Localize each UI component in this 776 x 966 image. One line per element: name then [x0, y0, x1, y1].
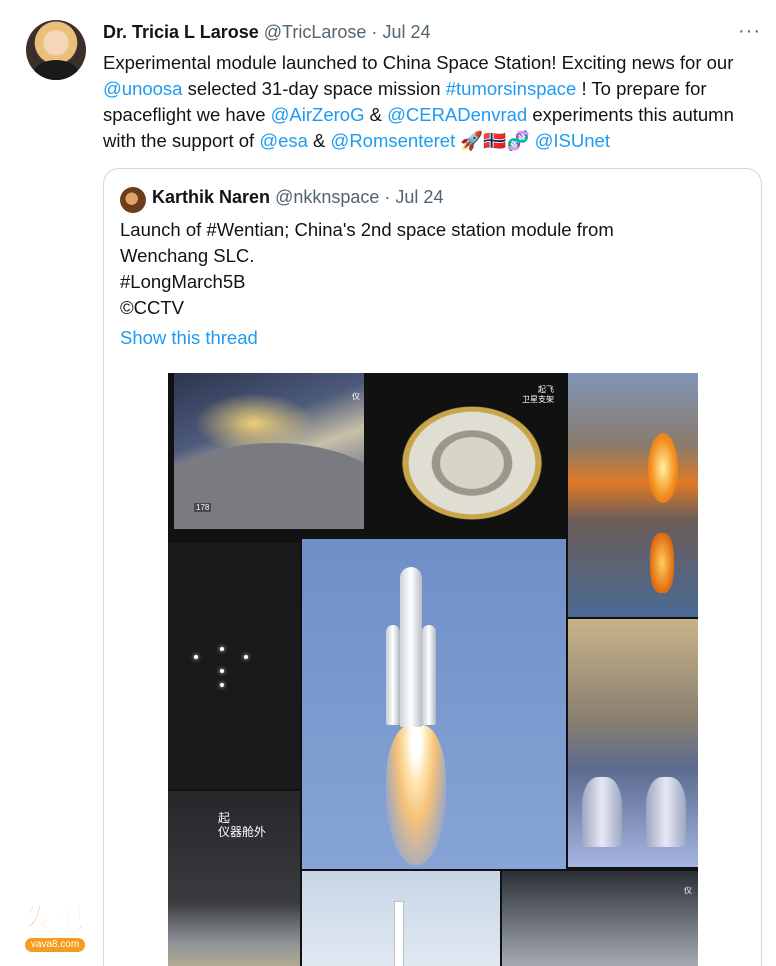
mention-link[interactable]: @esa: [259, 130, 308, 151]
mention-link[interactable]: @unoosa: [103, 78, 182, 99]
more-options-icon[interactable]: ···: [738, 20, 761, 43]
author-name[interactable]: Dr. Tricia L Larose: [103, 22, 259, 42]
separator-dot: ·: [384, 187, 391, 207]
media-panel-space-dots: [168, 543, 300, 789]
media-panel-label: 起 仪器舱外: [218, 811, 267, 839]
media-panel-label: 178: [194, 503, 212, 512]
quoted-author-avatar[interactable]: [120, 187, 146, 213]
quoted-author-name[interactable]: Karthik Naren: [152, 187, 270, 207]
media-panel-label: 起飞 卫星支架: [522, 385, 554, 404]
mention-link[interactable]: @AirZeroG: [271, 104, 365, 125]
media-panel-rocket-launch: [302, 539, 566, 869]
tweet-text-segment: 🚀🇳🇴🧬: [455, 130, 535, 151]
tweet-text-segment: &: [364, 104, 388, 125]
mention-link[interactable]: @CERADenvrad: [387, 104, 527, 125]
separator-dot: ·: [371, 22, 378, 42]
watermark-subtitle: vava8.com: [24, 938, 86, 952]
tweet-header: Dr. Tricia L Larose @TricLarose · Jul 24: [103, 22, 430, 43]
media-collage[interactable]: 178 仪 起飞 卫星支架 起 仪器舱外 仪: [168, 373, 698, 966]
author-avatar[interactable]: [26, 20, 86, 80]
quoted-tweet-header: Karthik Naren @nkknspace · Jul 24: [152, 187, 443, 208]
media-panel-launch-tower: [302, 871, 500, 966]
tweet: Dr. Tricia L Larose @TricLarose · Jul 24…: [0, 0, 776, 966]
quoted-tweet-date[interactable]: Jul 24: [395, 187, 443, 207]
media-panel-earth-view: 178 仪: [174, 373, 364, 529]
media-panel-module-ring: 起飞 卫星支架: [366, 373, 566, 539]
media-panel-label: 仪: [352, 392, 360, 401]
show-thread-link[interactable]: Show this thread: [120, 327, 258, 349]
watermark-title: 发吧: [25, 903, 84, 934]
quoted-tweet[interactable]: Karthik Naren @nkknspace · Jul 24 Launch…: [103, 168, 762, 966]
quoted-tweet-text: Launch of #Wentian; China's 2nd space st…: [120, 219, 614, 318]
tweet-text-segment: Experimental module launched to China Sp…: [103, 52, 734, 73]
tweet-date[interactable]: Jul 24: [382, 22, 430, 42]
author-handle[interactable]: @TricLarose: [264, 22, 367, 42]
mention-link[interactable]: @Romsenteret: [331, 130, 456, 151]
hashtag-link[interactable]: #tumorsinspace: [446, 78, 577, 99]
mention-link[interactable]: @ISUnet: [535, 130, 610, 151]
tweet-text-segment: &: [307, 130, 331, 151]
quoted-author-handle[interactable]: @nkknspace: [275, 187, 379, 207]
media-panel-engine-fire: [568, 373, 698, 617]
tweet-text: Experimental module launched to China Sp…: [103, 50, 753, 154]
media-panel-module-exterior: 起 仪器舱外: [168, 791, 300, 966]
watermark-logo: 发吧 vava8.com: [16, 903, 94, 952]
tweet-text-segment: selected 31-day space mission: [182, 78, 446, 99]
media-panel-label: 仪: [684, 886, 692, 895]
media-panel-engine-nozzles: [568, 619, 698, 867]
media-panel-orbit-view: 仪: [502, 871, 698, 966]
